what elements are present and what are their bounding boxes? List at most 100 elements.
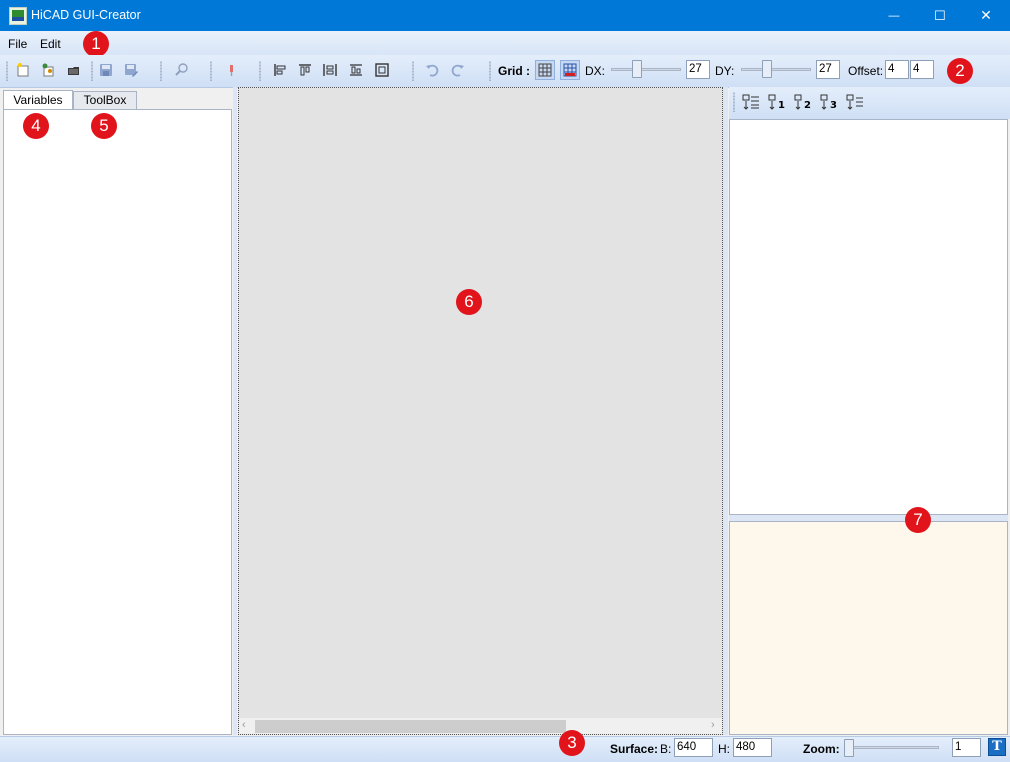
pin-button[interactable] <box>221 60 241 80</box>
tab-toolbox[interactable]: ToolBox <box>73 91 137 110</box>
close-button[interactable]: ✕ <box>963 0 1009 31</box>
toolbar-separator <box>412 61 414 81</box>
align-left-button[interactable] <box>270 60 290 80</box>
surface-height-field[interactable]: 480 <box>733 738 772 757</box>
sort-list-button[interactable] <box>845 92 865 112</box>
menu-bar <box>0 31 1010 55</box>
align-width-button[interactable] <box>320 60 340 80</box>
dx-slider-thumb[interactable] <box>632 60 642 78</box>
zoom-label: Zoom: <box>803 742 840 756</box>
save-as-button[interactable] <box>121 60 141 80</box>
folder-icon <box>68 67 79 75</box>
dy-slider-thumb[interactable] <box>762 60 772 78</box>
center-button[interactable] <box>372 60 392 80</box>
undo-button[interactable] <box>422 60 442 80</box>
maximize-icon: ☐ <box>934 7 946 23</box>
offset-label: Offset: <box>848 64 884 78</box>
grid-icon <box>538 63 552 77</box>
sort-3-icon: 3 <box>820 94 837 110</box>
save-button[interactable] <box>96 60 116 80</box>
app-icon <box>9 7 27 25</box>
dy-value-field[interactable]: 27 <box>816 60 840 79</box>
new-icon <box>17 63 29 77</box>
redo-button[interactable] <box>448 60 468 80</box>
svg-text:1: 1 <box>778 100 785 110</box>
dx-value-field[interactable]: 27 <box>686 60 710 79</box>
minimize-button[interactable]: — <box>871 0 917 31</box>
window-title: HiCAD GUI-Creator <box>31 8 141 22</box>
status-bar <box>0 736 1010 762</box>
scroll-left-icon[interactable]: ‹ <box>242 719 246 731</box>
description-pane <box>729 521 1008 735</box>
variables-pane <box>3 109 232 735</box>
new-button[interactable] <box>13 60 33 80</box>
sort-2-button[interactable]: 2 <box>793 92 813 112</box>
svg-text:3: 3 <box>830 100 837 110</box>
callout-5: 5 <box>91 113 117 139</box>
center-icon <box>375 63 389 77</box>
horizontal-scrollbar-thumb[interactable] <box>255 720 566 733</box>
sort-list-icon <box>846 94 863 110</box>
align-bottom-button[interactable] <box>346 60 366 80</box>
offset-x-field[interactable]: 4 <box>885 60 909 79</box>
surface-label: Surface: <box>610 742 659 756</box>
pin-icon <box>230 65 233 76</box>
right-splitter[interactable] <box>723 87 728 735</box>
toolbar-separator <box>210 61 212 81</box>
align-top-button[interactable] <box>295 60 315 80</box>
property-grid[interactable] <box>729 119 1008 515</box>
toolbar-separator <box>160 61 162 81</box>
zoom-value-field[interactable]: 1 <box>952 738 981 757</box>
toolbar-separator <box>91 61 93 81</box>
toolbar-grip[interactable] <box>6 61 8 81</box>
menu-edit[interactable]: Edit <box>40 37 61 51</box>
callout-6: 6 <box>456 289 482 315</box>
grid-toggle-button[interactable] <box>535 60 555 80</box>
open-button[interactable] <box>38 60 58 80</box>
title-bar <box>0 0 1010 31</box>
preview-button[interactable] <box>171 60 191 80</box>
callout-2: 2 <box>947 58 973 84</box>
tab-variables[interactable]: Variables <box>3 90 73 110</box>
left-splitter[interactable] <box>233 87 237 735</box>
align-top-icon <box>299 64 311 76</box>
sort-1-button[interactable]: 1 <box>767 92 787 112</box>
surface-b-label: B: <box>660 742 672 756</box>
dx-label: DX: <box>585 64 606 78</box>
design-surface[interactable] <box>238 87 723 735</box>
scroll-right-icon[interactable]: › <box>711 719 715 731</box>
open-icon <box>42 63 54 77</box>
close-icon: ✕ <box>980 7 992 23</box>
snap-grid-icon <box>563 63 577 77</box>
folder-button[interactable] <box>64 60 84 80</box>
surface-h-label: H: <box>718 742 730 756</box>
callout-1: 1 <box>83 31 109 57</box>
sort-alpha-button[interactable] <box>741 92 761 112</box>
text-mode-button[interactable]: T <box>988 738 1006 756</box>
redo-icon <box>451 64 464 77</box>
toolbar-separator <box>489 61 491 81</box>
undo-icon <box>426 64 439 77</box>
zoom-slider-track[interactable] <box>845 746 939 749</box>
properties-toolbar-grip[interactable] <box>733 92 735 112</box>
dx-slider-track[interactable] <box>611 68 681 71</box>
zoom-slider-thumb[interactable] <box>844 739 854 757</box>
align-width-icon <box>323 64 337 76</box>
align-bottom-icon <box>350 64 362 76</box>
dy-slider-track[interactable] <box>741 68 811 71</box>
menu-file[interactable]: File <box>8 37 27 51</box>
svg-text:2: 2 <box>804 100 811 110</box>
offset-y-field[interactable]: 4 <box>910 60 934 79</box>
sort-3-button[interactable]: 3 <box>819 92 839 112</box>
text-icon: T <box>992 739 1002 754</box>
sort-alpha-icon <box>742 94 759 110</box>
preview-icon <box>175 63 188 76</box>
callout-4: 4 <box>23 113 49 139</box>
callout-7: 7 <box>905 507 931 533</box>
maximize-button[interactable]: ☐ <box>917 0 963 31</box>
surface-width-field[interactable]: 640 <box>674 738 713 757</box>
save-icon <box>100 64 112 76</box>
snap-grid-button[interactable] <box>560 60 580 80</box>
save-as-icon <box>125 64 138 77</box>
sort-1-icon: 1 <box>768 94 785 110</box>
